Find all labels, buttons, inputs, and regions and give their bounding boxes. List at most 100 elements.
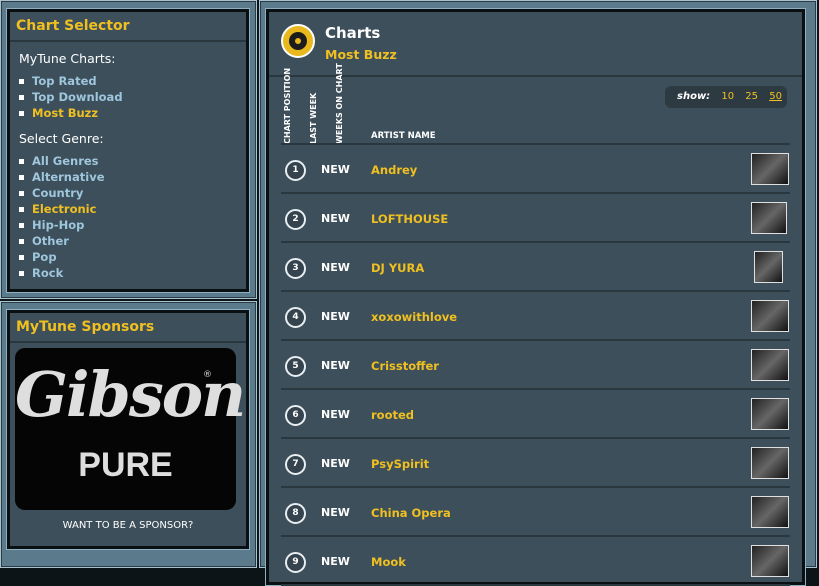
artist-name-link[interactable]: PsySpirit xyxy=(371,457,429,471)
last-week-value: NEW xyxy=(321,163,350,176)
disc-hole xyxy=(295,38,301,44)
artist-thumbnail[interactable] xyxy=(751,349,789,381)
table-row[interactable]: 9 NEW Mook xyxy=(281,537,790,586)
col-weeks-on-chart-label: WEEKS ON CHART xyxy=(335,63,344,144)
bullet-icon xyxy=(19,255,24,260)
table-row[interactable]: 7 NEW PsySpirit xyxy=(281,439,790,488)
last-week-value: NEW xyxy=(321,555,350,568)
sidebar-link[interactable]: Pop xyxy=(32,250,57,264)
artist-name-link[interactable]: Mook xyxy=(371,555,406,569)
artist-thumbnail[interactable] xyxy=(751,496,789,528)
sponsors-panel: MyTune Sponsors Gibson ® PURE WANT TO BE… xyxy=(6,309,250,550)
bullet-icon xyxy=(19,191,24,196)
bullet-icon xyxy=(19,271,24,276)
chart-selector-panel: Chart Selector MyTune Charts: Top Rated T… xyxy=(6,8,250,293)
last-week-value: NEW xyxy=(321,212,350,225)
artist-thumbnail[interactable] xyxy=(754,251,783,283)
show-count-selector: show: 10 25 50 xyxy=(665,86,787,108)
artist-name-link[interactable]: Andrey xyxy=(371,163,417,177)
sponsors-title: MyTune Sponsors xyxy=(10,313,246,343)
list-item: Other xyxy=(10,234,105,250)
col-weeks-on-chart: WEEKS ON CHART xyxy=(335,63,346,144)
list-item: Top Download xyxy=(10,90,123,106)
list-item: Rock xyxy=(10,266,105,282)
artist-thumbnail[interactable] xyxy=(751,153,789,185)
select-genre-heading: Select Genre: xyxy=(19,131,104,146)
col-artist-name: ARTIST NAME xyxy=(371,131,436,141)
list-item: Top Rated xyxy=(10,74,123,90)
registered-mark: ® xyxy=(203,370,212,380)
table-row[interactable]: 4 NEW xoxowithlove xyxy=(281,292,790,341)
sidebar-link[interactable]: Rock xyxy=(32,266,63,280)
last-week-value: NEW xyxy=(321,261,350,274)
list-item: All Genres xyxy=(10,154,105,170)
list-item: Alternative xyxy=(10,170,105,186)
show-option-25[interactable]: 25 xyxy=(745,91,758,102)
chart-position-badge: 8 xyxy=(285,503,306,524)
gibson-pure-logo[interactable]: Gibson ® PURE xyxy=(15,348,246,510)
chart-type-list: Top Rated Top Download Most Buzz xyxy=(10,74,123,122)
gibson-logo-text: Gibson xyxy=(15,358,246,431)
chart-selector-title: Chart Selector xyxy=(10,12,246,42)
artist-name-link[interactable]: xoxowithlove xyxy=(371,310,457,324)
bullet-icon xyxy=(19,175,24,180)
bullet-icon xyxy=(19,159,24,164)
sidebar-link[interactable]: Top Download xyxy=(32,90,123,104)
bullet-icon xyxy=(19,239,24,244)
sidebar-link[interactable]: Top Rated xyxy=(32,74,97,88)
list-item: Most Buzz xyxy=(10,106,123,122)
header-divider xyxy=(269,75,802,77)
sidebar-link[interactable]: Hip-Hop xyxy=(32,218,84,232)
chart-selector-frame: Chart Selector MyTune Charts: Top Rated T… xyxy=(0,0,257,299)
genre-list: All Genres Alternative Country Electronic Hi… xyxy=(10,154,105,282)
sidebar-link[interactable]: Alternative xyxy=(32,170,105,184)
sponsors-frame: MyTune Sponsors Gibson ® PURE WANT TO BE… xyxy=(0,301,257,568)
col-last-week: LAST WEEK xyxy=(309,86,320,144)
artist-name-link[interactable]: DJ YURA xyxy=(371,261,424,275)
sidebar-link[interactable]: Other xyxy=(32,234,69,248)
charts-disc-icon xyxy=(281,24,315,58)
artist-thumbnail[interactable] xyxy=(751,447,789,479)
artist-thumbnail[interactable] xyxy=(751,545,789,577)
charts-frame: Charts Most Buzz show: 10 25 50 CHART PO… xyxy=(259,0,817,586)
mytune-charts-heading: MyTune Charts: xyxy=(19,51,116,66)
table-row[interactable]: 2 NEW LOFTHOUSE xyxy=(281,194,790,243)
artist-name-link[interactable]: rooted xyxy=(371,408,414,422)
table-row[interactable]: 3 NEW DJ YURA xyxy=(281,243,790,292)
artist-name-link[interactable]: LOFTHOUSE xyxy=(371,212,448,226)
charts-panel: Charts Most Buzz show: 10 25 50 CHART PO… xyxy=(265,8,806,586)
bullet-icon xyxy=(19,95,24,100)
sidebar-link[interactable]: Most Buzz xyxy=(32,106,98,120)
chart-position-badge: 6 xyxy=(285,405,306,426)
sidebar-link[interactable]: All Genres xyxy=(32,154,99,168)
chart-position-badge: 5 xyxy=(285,356,306,377)
bullet-icon xyxy=(19,79,24,84)
table-row[interactable]: 1 NEW Andrey xyxy=(281,145,790,194)
chart-position-badge: 9 xyxy=(285,552,306,573)
list-item: Country xyxy=(10,186,105,202)
table-row[interactable]: 8 NEW China Opera xyxy=(281,488,790,537)
pure-logo-text: PURE xyxy=(78,446,173,484)
artist-thumbnail[interactable] xyxy=(751,398,789,430)
chart-position-badge: 4 xyxy=(285,307,306,328)
list-item: Hip-Hop xyxy=(10,218,105,234)
list-item: Electronic xyxy=(10,202,105,218)
last-week-value: NEW xyxy=(321,506,350,519)
sidebar-link[interactable]: Electronic xyxy=(32,202,96,216)
table-row[interactable]: 6 NEW rooted xyxy=(281,390,790,439)
sidebar-link[interactable]: Country xyxy=(32,186,83,200)
last-week-value: NEW xyxy=(321,359,350,372)
bullet-icon xyxy=(19,207,24,212)
artist-name-link[interactable]: China Opera xyxy=(371,506,451,520)
artist-thumbnail[interactable] xyxy=(751,202,787,234)
show-option-50[interactable]: 50 xyxy=(769,91,782,102)
show-label: show: xyxy=(677,91,711,102)
col-chart-position-label: CHART POSITION xyxy=(283,67,292,144)
artist-thumbnail[interactable] xyxy=(751,300,789,332)
show-option-10[interactable]: 10 xyxy=(721,91,734,102)
want-to-be-sponsor-link[interactable]: WANT TO BE A SPONSOR? xyxy=(10,520,246,531)
chart-position-badge: 1 xyxy=(285,160,306,181)
col-chart-position: CHART POSITION xyxy=(283,68,294,144)
artist-name-link[interactable]: Crisstoffer xyxy=(371,359,439,373)
table-row[interactable]: 5 NEW Crisstoffer xyxy=(281,341,790,390)
